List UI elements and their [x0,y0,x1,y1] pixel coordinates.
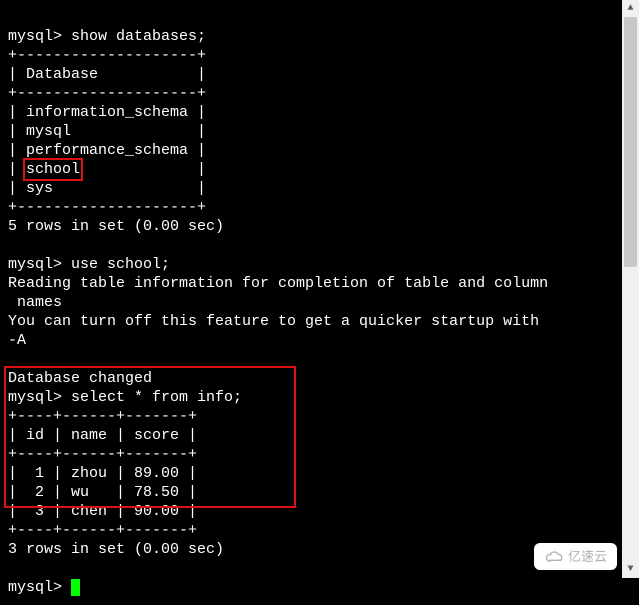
border: +--------------------+ [8,85,206,102]
watermark-text: 亿速云 [568,547,607,566]
db-changed: Database changed [8,370,152,387]
border: +--------------------+ [8,47,206,64]
border: +----+------+-------+ [8,408,197,425]
result-msg: 5 rows in set (0.00 sec) [8,218,224,235]
border: +----+------+-------+ [8,446,197,463]
table-row: | 2 | wu | 78.50 | [8,484,197,501]
table-row: | 3 | chen | 90.00 | [8,503,197,520]
db-row-school: school [26,161,80,178]
info-header: | id | name | score | [8,427,197,444]
output-text: names [8,294,62,311]
db-row: | sys | [8,180,206,197]
scrollbar[interactable]: ▲ ▼ [622,0,639,578]
watermark: 亿速云 [534,543,617,570]
scroll-up-icon[interactable]: ▲ [622,0,639,17]
cloud-icon [544,550,564,564]
border: +----+------+-------+ [8,522,197,539]
prompt: mysql> [8,28,62,45]
result-msg: 3 rows in set (0.00 sec) [8,541,224,558]
output-text: -A [8,332,26,349]
output-text: You can turn off this feature to get a q… [8,313,548,330]
db-header: | Database | [8,66,206,83]
db-row: | performance_schema | [8,142,206,159]
table-row: | 1 | zhou | 89.00 | [8,465,197,482]
db-row: | information_schema | [8,104,206,121]
command-show-databases: show databases; [71,28,206,45]
db-row: | mysql | [8,123,206,140]
scroll-track[interactable] [622,17,639,561]
command-select-info: select * from info; [71,389,242,406]
cursor[interactable] [71,579,80,596]
scroll-thumb[interactable] [624,17,637,267]
prompt: mysql> [8,579,62,596]
prompt: mysql> [8,389,62,406]
terminal-output[interactable]: mysql> show databases; +----------------… [0,0,639,605]
output-text: Reading table information for completion… [8,275,548,292]
scroll-down-icon[interactable]: ▼ [622,561,639,578]
prompt: mysql> [8,256,62,273]
border: +--------------------+ [8,199,206,216]
command-use-school: use school; [71,256,170,273]
